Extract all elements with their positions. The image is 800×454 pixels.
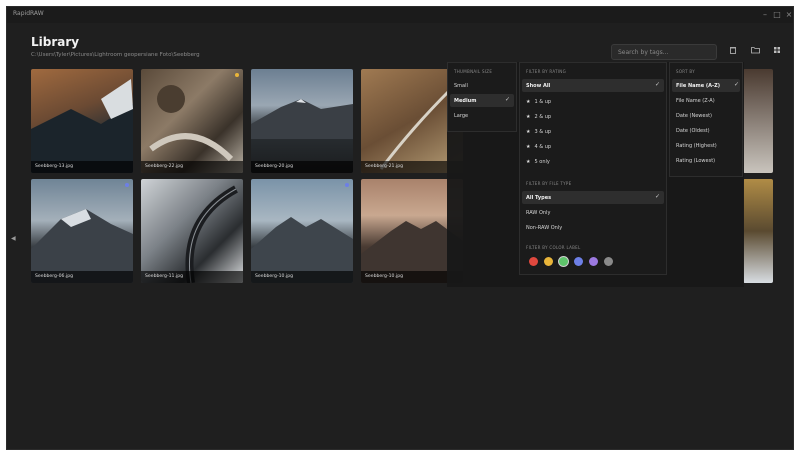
sort-menu: SORT BY File Name (A-Z) ✓ File Name (Z-A… xyxy=(669,62,743,177)
thumbnail-size-menu: THUMBNAIL SIZE Small Medium ✓ Large xyxy=(447,62,517,132)
trash-icon[interactable] xyxy=(725,44,741,60)
file-type-raw[interactable]: RAW Only xyxy=(526,210,550,216)
rating-1-up[interactable]: ★ 1 & up xyxy=(526,99,551,105)
thumbnail-label: Seebberg-13.jpg xyxy=(35,164,74,169)
minimize-icon[interactable]: – xyxy=(759,9,771,21)
thumbnail[interactable]: Seebberg-10.jpg xyxy=(251,179,353,283)
thumbnail-label: Seebberg-10.jpg xyxy=(365,274,404,279)
thumbnail-label: Seebberg-06.jpg xyxy=(35,274,74,279)
rating-label: 3 & up xyxy=(534,129,552,135)
thumbnail[interactable]: Seebberg-22.jpg xyxy=(141,69,243,173)
star-icon: ★ xyxy=(526,159,531,165)
folder-icon[interactable] xyxy=(747,44,763,60)
folder-path: C:\Users\Tyler\Pictures\Lightroom geoper… xyxy=(31,52,200,58)
thumbnail[interactable]: Seebberg-11.jpg xyxy=(141,179,243,283)
thumbnail-label: Seebberg-21.jpg xyxy=(365,164,404,169)
rating-label: 2 & up xyxy=(534,114,552,120)
thumbnail[interactable] xyxy=(743,69,773,173)
thumbnail[interactable]: Seebberg-13.jpg xyxy=(31,69,133,173)
rating-label: 1 & up xyxy=(534,99,552,105)
check-icon: ✓ xyxy=(733,81,739,88)
collapse-panel-icon[interactable]: ◀ xyxy=(11,235,16,242)
rating-label: 4 & up xyxy=(534,144,552,150)
sort-header: SORT BY xyxy=(676,69,695,74)
check-icon: ✓ xyxy=(654,81,660,88)
color-label-red[interactable] xyxy=(529,257,538,266)
search-input[interactable]: Search by tags... xyxy=(611,44,717,60)
sort-name-desc[interactable]: File Name (Z-A) xyxy=(676,98,715,104)
file-type-all[interactable]: All Types xyxy=(526,195,551,201)
thumbnail-label: Seebberg-11.jpg xyxy=(145,274,184,279)
color-label-dot xyxy=(235,73,239,77)
rating-3-up[interactable]: ★ 3 & up xyxy=(526,129,551,135)
thumbnail-label: Seebberg-22.jpg xyxy=(145,164,184,169)
rating-show-all[interactable]: Show All xyxy=(526,83,550,89)
color-label-dot xyxy=(125,183,129,187)
thumbnail-size-header: THUMBNAIL SIZE xyxy=(454,69,493,74)
color-label-purple[interactable] xyxy=(589,257,598,266)
sort-date-newest[interactable]: Date (Newest) xyxy=(676,113,712,119)
app-window: RapidRAW – □ × Library C:\Users\Tyler\Pi… xyxy=(6,6,794,450)
star-icon: ★ xyxy=(526,99,531,105)
rating-label: 5 only xyxy=(534,159,550,165)
thumbnail-label: Seebberg-10.jpg xyxy=(255,274,294,279)
page-title: Library xyxy=(31,35,80,49)
color-label-blue[interactable] xyxy=(574,257,583,266)
rating-4-up[interactable]: ★ 4 & up xyxy=(526,144,551,150)
filter-color-header: FILTER BY COLOR LABEL xyxy=(526,245,581,250)
app-title: RapidRAW xyxy=(13,10,44,17)
size-option-small[interactable]: Small xyxy=(454,83,468,89)
size-option-medium[interactable]: Medium xyxy=(454,98,476,104)
star-icon: ★ xyxy=(526,114,531,120)
filter-file-type-header: FILTER BY FILE TYPE xyxy=(526,181,572,186)
sort-name-asc[interactable]: File Name (A-Z) xyxy=(676,83,720,89)
color-label-yellow[interactable] xyxy=(544,257,553,266)
rating-2-up[interactable]: ★ 2 & up xyxy=(526,114,551,120)
thumbnail[interactable]: Seebberg-20.jpg xyxy=(251,69,353,173)
star-icon: ★ xyxy=(526,144,531,150)
check-icon: ✓ xyxy=(654,193,660,200)
sort-rating-lowest[interactable]: Rating (Lowest) xyxy=(676,158,715,164)
grid-icon[interactable] xyxy=(769,44,785,60)
color-label-green[interactable] xyxy=(559,257,568,266)
thumbnail-label: Seebberg-20.jpg xyxy=(255,164,294,169)
size-option-large[interactable]: Large xyxy=(454,113,468,119)
check-icon: ✓ xyxy=(504,96,510,103)
title-bar: RapidRAW – □ × xyxy=(7,7,793,23)
thumbnail[interactable] xyxy=(743,179,773,283)
color-label-none[interactable] xyxy=(604,257,613,266)
color-label-dot xyxy=(345,183,349,187)
thumbnail[interactable]: Seebberg-06.jpg xyxy=(31,179,133,283)
sort-date-oldest[interactable]: Date (Oldest) xyxy=(676,128,710,134)
close-icon[interactable]: × xyxy=(783,9,793,21)
maximize-icon[interactable]: □ xyxy=(771,9,783,21)
rating-5-only[interactable]: ★ 5 only xyxy=(526,159,550,165)
filter-rating-header: FILTER BY RATING xyxy=(526,69,566,74)
file-type-non-raw[interactable]: Non-RAW Only xyxy=(526,225,562,231)
star-icon: ★ xyxy=(526,129,531,135)
sort-rating-highest[interactable]: Rating (Highest) xyxy=(676,143,717,149)
screenshot-frame: RapidRAW – □ × Library C:\Users\Tyler\Pi… xyxy=(0,0,800,454)
filter-menu: FILTER BY RATING Show All ✓ ★ 1 & up ★ 2 &… xyxy=(519,62,667,275)
